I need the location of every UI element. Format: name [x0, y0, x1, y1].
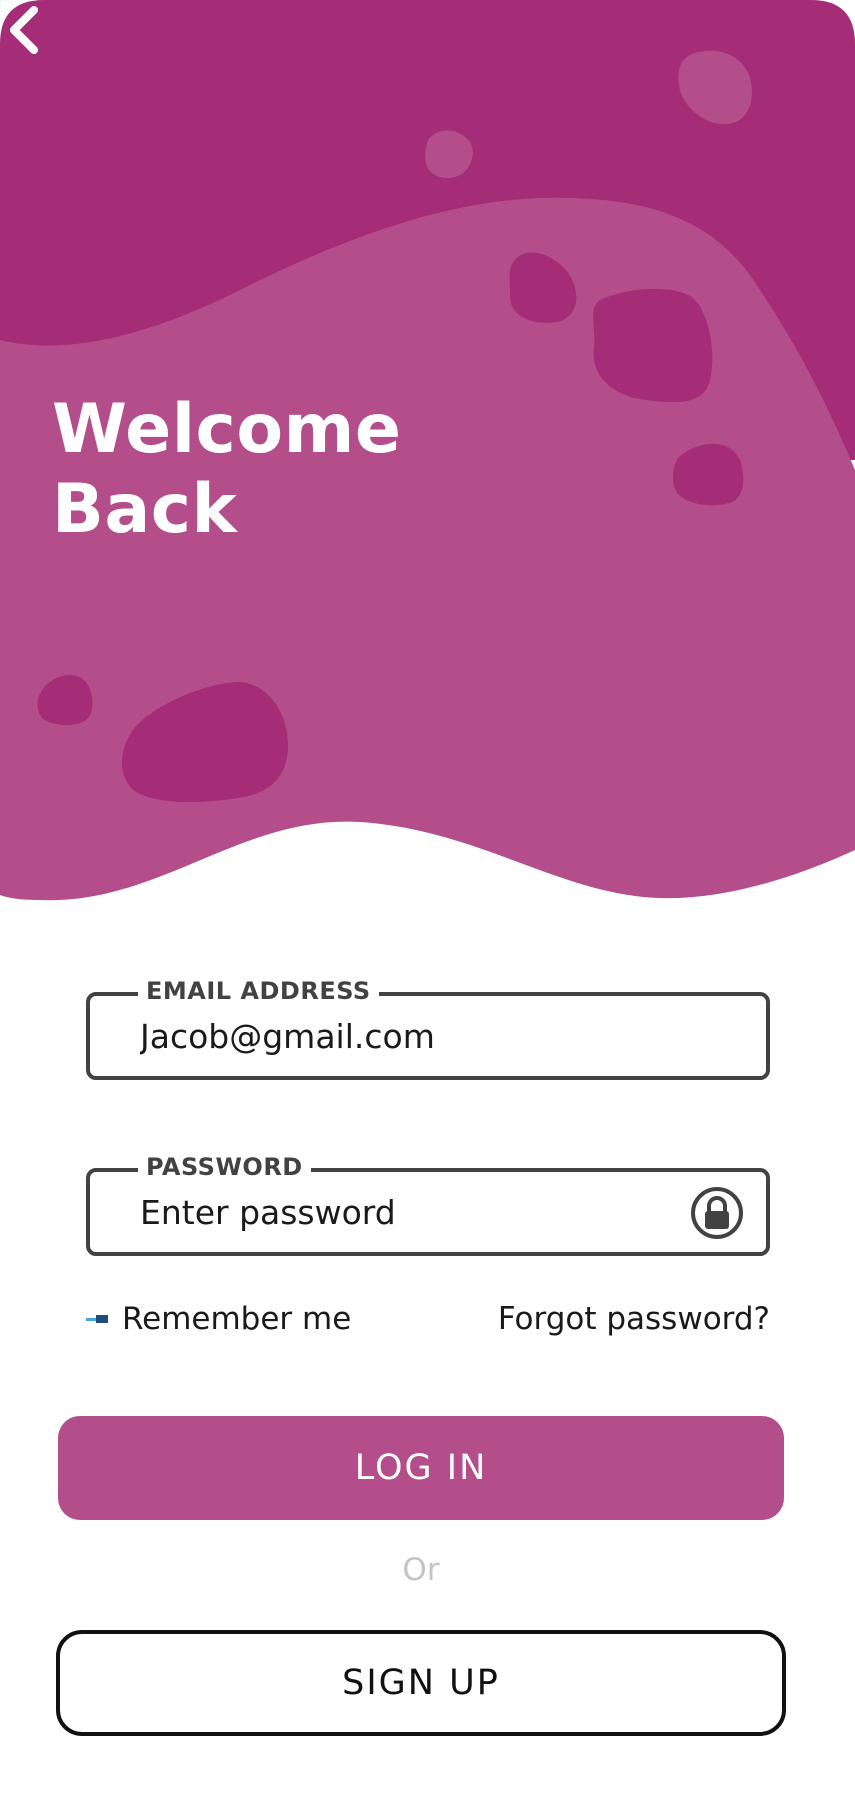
- email-label: EMAIL ADDRESS: [138, 974, 379, 1008]
- password-label: PASSWORD: [138, 1150, 311, 1184]
- login-button[interactable]: LOG IN: [58, 1416, 784, 1520]
- email-field[interactable]: EMAIL ADDRESS: [86, 974, 770, 1080]
- hero-header: Welcome Back: [0, 0, 855, 910]
- chevron-left-icon[interactable]: [0, 0, 52, 60]
- remember-me-label: Remember me: [122, 1301, 352, 1337]
- checkbox-icon[interactable]: [86, 1314, 110, 1324]
- signup-button[interactable]: SIGN UP: [56, 1630, 786, 1736]
- email-input[interactable]: [140, 1008, 680, 1064]
- lock-icon: [691, 1187, 743, 1239]
- remember-me-checkbox[interactable]: Remember me: [86, 1294, 351, 1344]
- page-title: Welcome Back: [52, 390, 402, 550]
- password-input[interactable]: [140, 1184, 680, 1240]
- options-row: Remember me Forgot password?: [86, 1294, 770, 1344]
- or-divider-text: Or: [402, 1552, 440, 1588]
- title-line-2: Back: [52, 470, 238, 549]
- title-line-1: Welcome: [52, 390, 402, 469]
- forgot-password-link[interactable]: Forgot password?: [498, 1294, 770, 1344]
- password-field[interactable]: PASSWORD: [86, 1150, 770, 1256]
- blob-4: [593, 288, 713, 403]
